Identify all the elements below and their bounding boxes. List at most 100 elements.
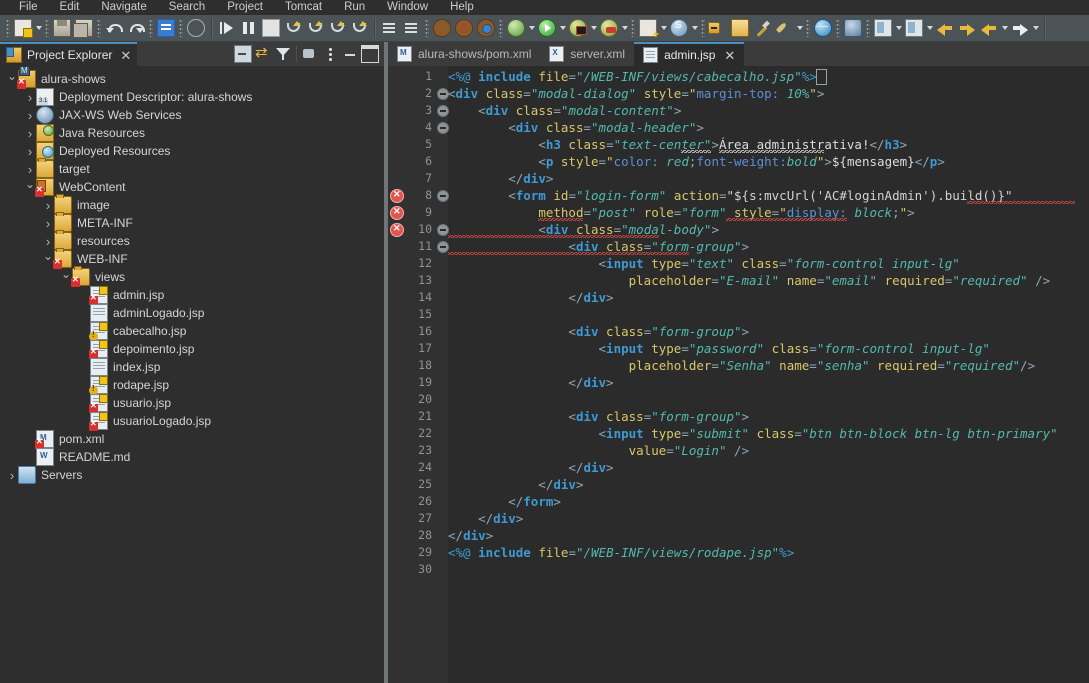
menu-item-run[interactable]: Run xyxy=(333,0,376,15)
error-marker-icon[interactable] xyxy=(390,222,404,237)
kebab-menu-icon[interactable] xyxy=(320,44,340,64)
rocket-icon[interactable] xyxy=(773,17,795,39)
editor-tab-server-xml[interactable]: server.xml xyxy=(540,42,634,66)
publish-icon[interactable] xyxy=(401,17,423,39)
menu-item-search[interactable]: Search xyxy=(158,0,216,15)
profile-dd-icon[interactable] xyxy=(620,17,629,39)
coverage-dd-icon[interactable] xyxy=(589,17,598,39)
code-text[interactable]: <%@ include file="/WEB-INF/views/cabecal… xyxy=(448,66,1089,683)
toolbar-grip[interactable] xyxy=(631,19,635,37)
tab-project-explorer[interactable]: Project Explorer ✕ xyxy=(0,42,138,66)
minimize-icon[interactable] xyxy=(340,44,360,64)
open-type-icon[interactable] xyxy=(707,17,729,39)
forward-dd-icon[interactable] xyxy=(1031,17,1040,39)
prev-dd-icon[interactable] xyxy=(925,17,934,39)
tree-item-views[interactable]: views xyxy=(0,266,384,287)
resume-icon[interactable] xyxy=(216,17,238,39)
tree-item-pom-xml[interactable]: pom.xml xyxy=(0,430,384,449)
toolbar-grip[interactable] xyxy=(179,19,183,37)
tree-item-readme-md[interactable]: README.md xyxy=(0,448,384,466)
step-into-icon[interactable] xyxy=(304,17,326,39)
view-menu-icon[interactable] xyxy=(300,44,320,64)
toolbar-grip[interactable] xyxy=(836,19,840,37)
collapse-all-icon[interactable] xyxy=(233,44,253,64)
maximize-icon[interactable] xyxy=(360,44,380,64)
menu-item-file[interactable]: File xyxy=(8,0,49,15)
marker-bar[interactable] xyxy=(388,66,404,683)
open-task-icon[interactable] xyxy=(155,17,177,39)
project-tree[interactable]: alura-shows Deployment Descriptor: alura-… xyxy=(0,66,384,683)
chevron-right-icon[interactable] xyxy=(6,466,18,484)
search-s-icon[interactable] xyxy=(668,17,690,39)
chevron-right-icon[interactable] xyxy=(42,232,54,250)
error-marker-icon[interactable] xyxy=(390,205,404,220)
toolbar-grip[interactable] xyxy=(866,19,870,37)
code-editor[interactable]: 1234567891011121314151617181920212223242… xyxy=(388,66,1089,683)
editor-tab-admin-jsp[interactable]: admin.jsp ✕ xyxy=(634,42,745,66)
suspend-icon[interactable] xyxy=(238,17,260,39)
tree-item-target[interactable]: target xyxy=(0,158,384,178)
toolbar-grip[interactable] xyxy=(499,19,503,37)
run-icon[interactable] xyxy=(536,17,558,39)
chevron-right-icon[interactable] xyxy=(24,106,36,124)
disconnect-icon[interactable] xyxy=(282,17,304,39)
close-icon[interactable]: ✕ xyxy=(724,49,735,62)
menu-item-edit[interactable]: Edit xyxy=(49,0,91,15)
step-over-icon[interactable] xyxy=(326,17,348,39)
debug-error-icon[interactable] xyxy=(453,17,475,39)
search-dd-icon[interactable] xyxy=(690,17,699,39)
show-console-icon[interactable] xyxy=(379,17,401,39)
tree-item-deployment-descriptor-alura-shows[interactable]: Deployment Descriptor: alura-shows xyxy=(0,88,384,106)
tree-item-jax-ws-web-services[interactable]: JAX-WS Web Services xyxy=(0,106,384,124)
perspective-icon[interactable] xyxy=(842,17,864,39)
chevron-right-icon[interactable] xyxy=(24,160,36,178)
menu-item-window[interactable]: Window xyxy=(376,0,439,15)
chevron-right-icon[interactable] xyxy=(42,214,54,232)
undo-icon[interactable] xyxy=(103,17,125,39)
step-return-icon[interactable] xyxy=(348,17,370,39)
chevron-right-icon[interactable] xyxy=(24,124,36,142)
run-dd-icon[interactable] xyxy=(558,17,567,39)
tree-item-cabecalho-jsp[interactable]: cabecalho.jsp xyxy=(0,322,384,341)
new-class-dd-icon[interactable] xyxy=(659,17,668,39)
debug-icon[interactable] xyxy=(431,17,453,39)
tree-item-alura-shows[interactable]: alura-shows xyxy=(0,66,384,89)
new-dropdown-icon[interactable] xyxy=(34,17,43,39)
toolbar-grip[interactable] xyxy=(149,19,153,37)
new-class-icon[interactable] xyxy=(637,17,659,41)
profile-icon[interactable] xyxy=(598,17,620,39)
redo-icon[interactable] xyxy=(125,17,147,39)
save-icon[interactable] xyxy=(51,17,73,39)
filter-icon[interactable] xyxy=(273,44,293,64)
rocket-dd-icon[interactable] xyxy=(795,17,804,39)
toolbar-grip[interactable] xyxy=(806,19,810,37)
tree-item-usuariologado-jsp[interactable]: usuarioLogado.jsp xyxy=(0,412,384,431)
tree-item-adminlogado-jsp[interactable]: adminLogado.jsp xyxy=(0,304,384,322)
menu-item-tomcat[interactable]: Tomcat xyxy=(274,0,333,15)
prev-annotation-icon[interactable] xyxy=(903,17,925,39)
back-icon[interactable] xyxy=(934,17,956,39)
menu-item-help[interactable]: Help xyxy=(439,0,485,15)
toolbar-grip[interactable] xyxy=(425,19,429,37)
open-folder-icon[interactable] xyxy=(729,17,751,39)
back-dd-icon[interactable] xyxy=(1000,17,1009,39)
toolbar-grip[interactable] xyxy=(97,19,101,37)
menu-item-project[interactable]: Project xyxy=(216,0,274,15)
toolbar-grip[interactable] xyxy=(701,19,705,37)
overview-ruler[interactable] xyxy=(1075,66,1089,683)
chevron-right-icon[interactable] xyxy=(24,88,36,106)
close-icon[interactable]: ✕ xyxy=(120,49,131,62)
tree-item-index-jsp[interactable]: index.jsp xyxy=(0,358,384,376)
terminate-icon[interactable] xyxy=(260,17,282,39)
coverage-icon[interactable] xyxy=(567,17,589,39)
tree-item-rodape-jsp[interactable]: rodape.jsp xyxy=(0,376,384,395)
forward-icon[interactable] xyxy=(956,17,978,39)
next-dd-icon[interactable] xyxy=(894,17,903,39)
chevron-right-icon[interactable] xyxy=(24,142,36,160)
tree-item-servers[interactable]: Servers xyxy=(0,466,384,484)
toolbar-grip[interactable] xyxy=(6,19,10,37)
tree-item-java-resources[interactable]: Java Resources xyxy=(0,124,384,142)
error-marker-icon[interactable] xyxy=(390,188,404,203)
tree-item-admin-jsp[interactable]: admin.jsp xyxy=(0,286,384,305)
tree-item-deployed-resources[interactable]: Deployed Resources xyxy=(0,142,384,160)
